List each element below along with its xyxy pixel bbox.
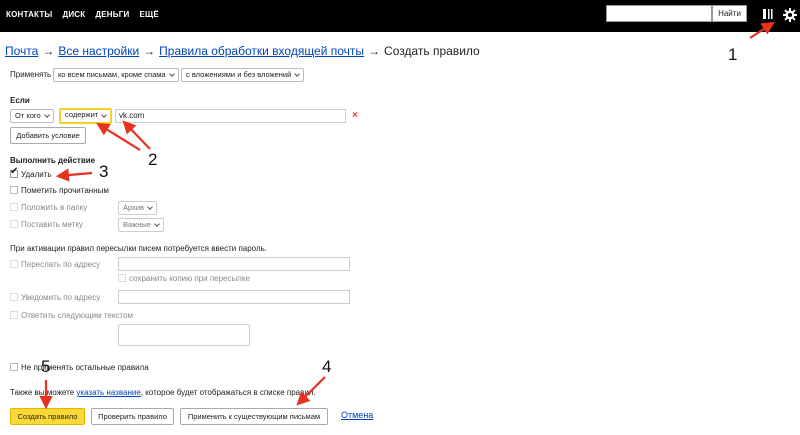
condition-heading: Если	[10, 96, 30, 105]
search-input[interactable]	[606, 5, 712, 22]
annotation-number-4: 4	[322, 357, 332, 376]
apply-label: Применять	[10, 70, 52, 79]
name-hint-before: Также вы можете	[10, 388, 77, 397]
reply-label: Ответить следующим текстом	[21, 311, 133, 320]
notify-address-input[interactable]	[118, 290, 350, 304]
annotation-number-2: 2	[148, 150, 158, 169]
annotation-arrow-2b	[122, 120, 151, 150]
annotation-arrow-2a	[96, 122, 141, 151]
label-select[interactable]: Важные	[118, 218, 164, 232]
breadcrumb-separator: →	[42, 44, 55, 58]
name-hint: Также вы можете указать название, которо…	[10, 388, 316, 397]
mark-read-checkbox[interactable]	[10, 186, 18, 194]
set-label-checkbox[interactable]	[10, 220, 18, 228]
notify-checkbox[interactable]	[10, 293, 18, 301]
top-bar: КОНТАКТЫ ДИСК ДЕНЬГИ ЕЩЁ Найти	[0, 0, 800, 32]
condition-operator-select[interactable]: содержит	[59, 108, 113, 124]
breadcrumb-all-settings[interactable]: Все настройки	[58, 44, 139, 58]
create-rule-button[interactable]: Создать правило	[10, 408, 85, 425]
annotation-arrow-3	[55, 168, 93, 182]
name-rule-link[interactable]: указать название	[76, 388, 140, 397]
folder-select[interactable]: Архив	[118, 201, 158, 215]
breadcrumb-current: Создать правило	[384, 44, 480, 58]
forwarding-note: При активации правил пересылки писем пот…	[10, 244, 267, 253]
check-rule-button[interactable]: Проверить правило	[91, 408, 174, 425]
nav-contacts[interactable]: КОНТАКТЫ	[6, 10, 52, 19]
breadcrumb-mail[interactable]: Почта	[5, 44, 38, 58]
condition-value-input[interactable]: vk.com	[115, 109, 346, 123]
condition-field-select[interactable]: От кого	[10, 109, 54, 123]
remove-condition-icon[interactable]: ×	[352, 110, 358, 121]
cancel-link[interactable]: Отмена	[341, 410, 373, 420]
nav-money[interactable]: ДЕНЬГИ	[95, 10, 129, 19]
attachments-select[interactable]: с вложениями и без вложений	[181, 68, 305, 82]
keep-copy-label: сохранить копию при пересылке	[129, 274, 250, 283]
forward-checkbox[interactable]	[10, 260, 18, 268]
annotation-number-1: 1	[728, 45, 738, 64]
breadcrumb-separator: →	[368, 44, 381, 58]
nav-disk[interactable]: ДИСК	[62, 10, 85, 19]
set-label-label: Поставить метку	[21, 220, 83, 229]
breadcrumb-separator: →	[143, 44, 156, 58]
breadcrumb-rules[interactable]: Правила обработки входящей почты	[159, 44, 364, 58]
breadcrumb: Почта → Все настройки → Правила обработки вх…	[5, 44, 480, 58]
notify-label: Уведомить по адресу	[21, 293, 101, 302]
top-nav: КОНТАКТЫ ДИСК ДЕНЬГИ ЕЩЁ	[6, 10, 159, 19]
annotation-number-5: 5	[41, 357, 51, 376]
stop-rules-checkbox[interactable]	[10, 363, 18, 371]
delete-label: Удалить	[21, 170, 52, 179]
apply-existing-button[interactable]: Применить к существующим письмам	[180, 408, 328, 425]
search-button[interactable]: Найти	[712, 5, 747, 22]
keep-copy-checkbox[interactable]	[118, 274, 126, 282]
reply-checkbox[interactable]	[10, 311, 18, 319]
move-folder-label: Положить в папку	[21, 203, 88, 212]
delete-checkbox[interactable]	[10, 166, 18, 178]
gear-icon[interactable]	[783, 8, 797, 22]
nav-more[interactable]: ЕЩЁ	[139, 10, 158, 19]
mark-read-label: Пометить прочитанным	[21, 186, 109, 195]
forward-address-input[interactable]	[118, 257, 350, 271]
name-hint-after: , которое будет отображаться в списке пр…	[140, 388, 316, 397]
move-folder-checkbox[interactable]	[10, 203, 18, 211]
reply-text-input[interactable]	[118, 324, 250, 346]
forward-label: Переслать по адресу	[21, 260, 101, 269]
add-condition-button[interactable]: Добавить условие	[10, 127, 86, 144]
actions-heading: Выполнить действие	[10, 156, 96, 165]
compose-icon[interactable]	[762, 8, 774, 20]
annotation-number-3: 3	[99, 162, 109, 181]
scope-select[interactable]: ко всем письмам, кроме спама	[53, 68, 179, 82]
